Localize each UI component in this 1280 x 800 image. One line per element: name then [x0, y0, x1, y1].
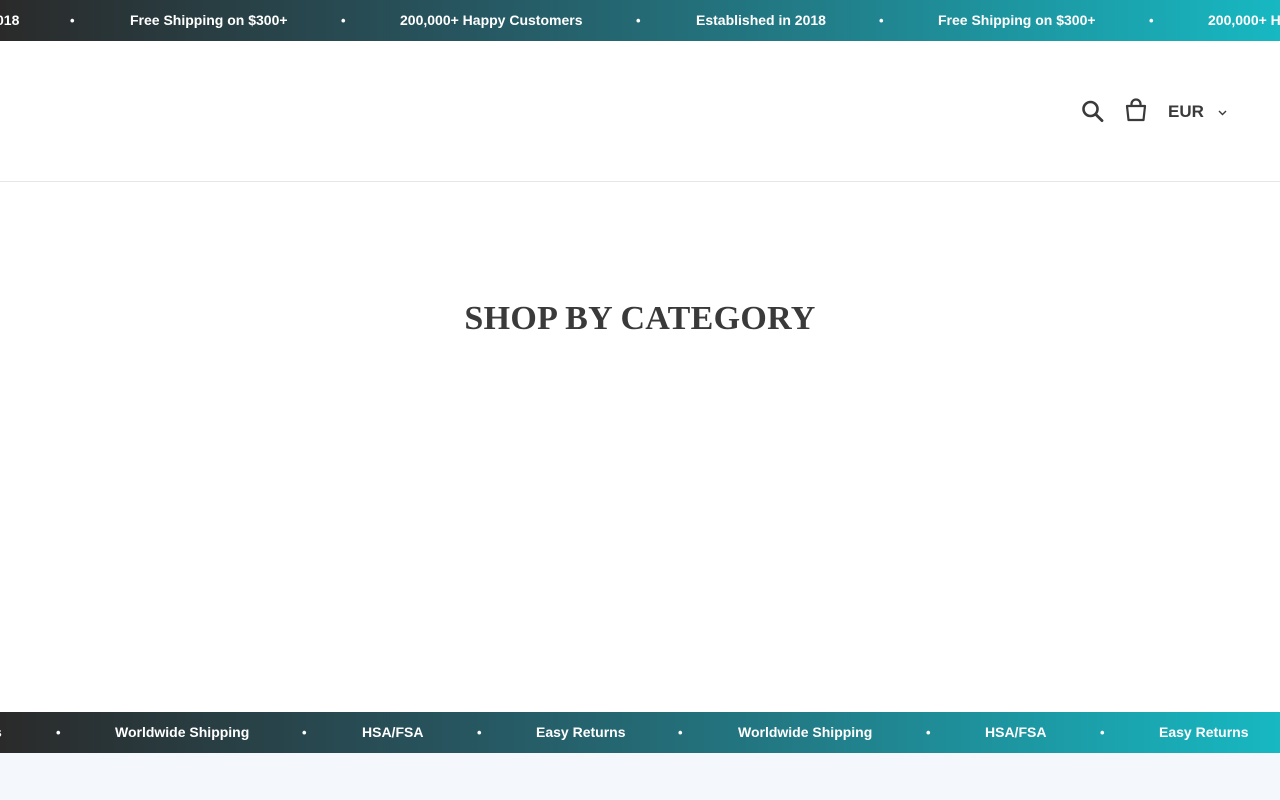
- chevron-down-icon: [1218, 98, 1227, 124]
- announcement-bar-top: 018 • Free Shipping on $300+ • 200,000+ …: [0, 0, 1280, 41]
- ticker-separator: •: [1149, 13, 1154, 28]
- ticker-item: HSA/FSA: [985, 724, 1047, 740]
- ticker-item: Easy Returns: [536, 724, 626, 740]
- ticker-separator: •: [879, 13, 884, 28]
- ticker-separator: •: [302, 725, 307, 740]
- ticker-item: Worldwide Shipping: [738, 724, 873, 740]
- ticker-item: Free Shipping on $300+: [938, 12, 1096, 28]
- ticker-item: 018: [0, 12, 20, 28]
- currency-label: EUR: [1168, 102, 1204, 121]
- ticker-item: 200,000+ Happy Customers: [400, 12, 583, 28]
- ticker-separator: •: [1100, 725, 1105, 740]
- footer-band: [0, 753, 1280, 800]
- ticker-separator: •: [56, 725, 61, 740]
- cart-icon[interactable]: [1123, 97, 1151, 125]
- ticker-separator: •: [477, 725, 482, 740]
- ticker-item: 200,000+ H: [1208, 12, 1280, 28]
- ticker-separator: •: [636, 13, 641, 28]
- ticker-separator: •: [926, 725, 931, 740]
- ticker-separator: •: [678, 725, 683, 740]
- ticker-item: s: [0, 712, 2, 753]
- ticker-item: Worldwide Shipping: [115, 724, 250, 740]
- search-icon[interactable]: [1080, 97, 1108, 125]
- ticker-item: HSA/FSA: [362, 724, 424, 740]
- ticker-item: Free Shipping on $300+: [130, 12, 288, 28]
- ticker-separator: •: [341, 13, 346, 28]
- announcement-bar-bottom: s • Worldwide Shipping • HSA/FSA • Easy …: [0, 712, 1280, 753]
- site-header: EUR: [0, 41, 1280, 182]
- ticker-item: Easy Returns: [1159, 724, 1249, 740]
- currency-selector[interactable]: EUR: [1168, 99, 1227, 125]
- ticker-separator: •: [70, 13, 75, 28]
- ticker-item: Established in 2018: [696, 12, 826, 28]
- section-title: SHOP BY CATEGORY: [464, 300, 816, 337]
